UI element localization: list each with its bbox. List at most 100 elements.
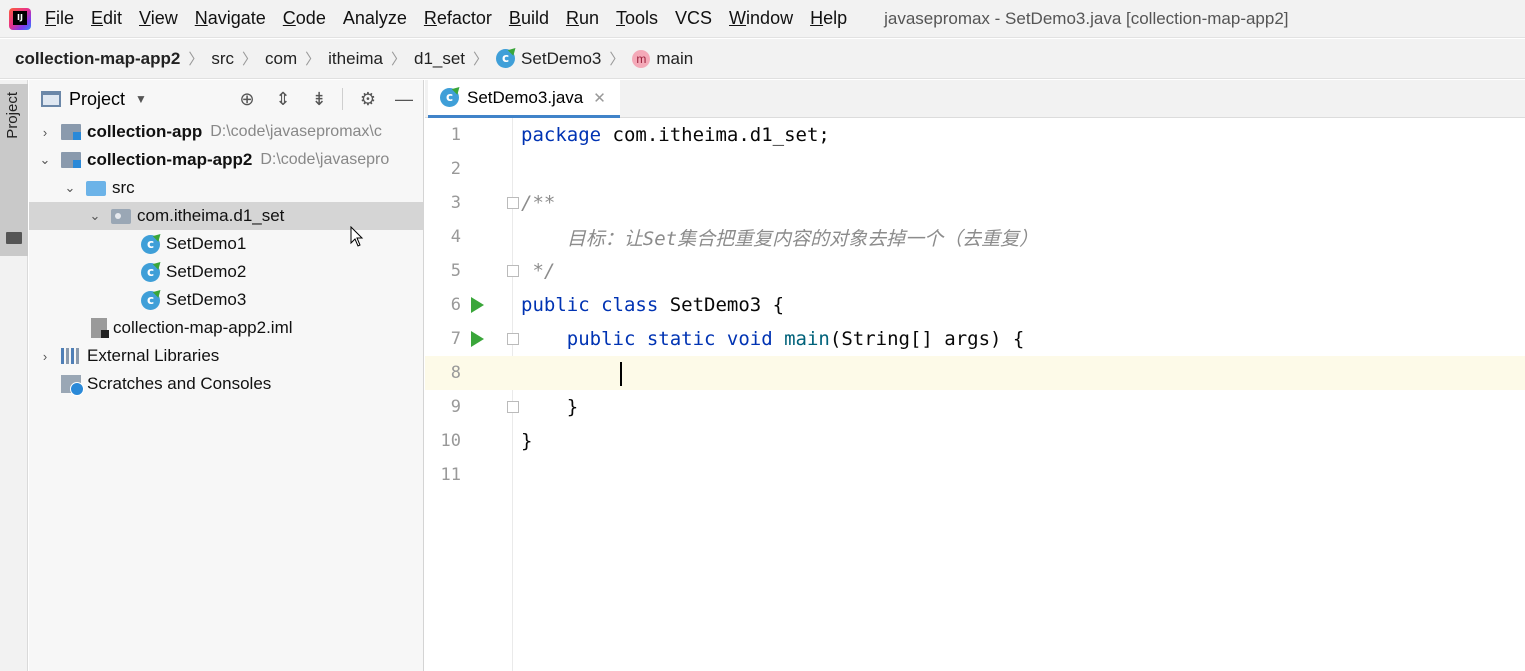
tree-item-setdemo1[interactable]: c SetDemo1	[29, 230, 423, 258]
method-icon: m	[632, 49, 651, 68]
fold-icon[interactable]	[507, 197, 519, 209]
dropdown-caret-icon[interactable]: ▼	[135, 92, 147, 106]
gear-icon[interactable]: ⚙	[357, 88, 379, 110]
tree-item-src[interactable]: ⌄ src	[29, 174, 423, 202]
breadcrumb-item-method[interactable]: m main	[632, 49, 693, 69]
chevron-right-icon[interactable]: ›	[37, 125, 53, 140]
code-line[interactable]: 7 public static void main(String[] args)…	[425, 322, 1525, 356]
code-line[interactable]: 11	[425, 458, 1525, 492]
window-title: javasepromax - SetDemo3.java [collection…	[884, 8, 1289, 28]
tree-item-label: collection-map-app2	[87, 150, 253, 169]
expand-all-icon[interactable]: ⇕	[272, 88, 294, 110]
menu-run[interactable]: Run	[566, 8, 599, 29]
code-line[interactable]: 9 }	[425, 390, 1525, 424]
code-line[interactable]: 3 /**	[425, 186, 1525, 220]
line-number: 8	[450, 363, 461, 383]
close-icon[interactable]: ✕	[593, 89, 606, 107]
fold-icon[interactable]	[507, 401, 519, 413]
iml-file-icon	[91, 318, 109, 338]
menu-window[interactable]: Window	[729, 8, 793, 29]
menu-vcs[interactable]: VCS	[675, 8, 712, 29]
fold-icon[interactable]	[507, 333, 519, 345]
line-number: 6	[450, 295, 461, 315]
tree-item-collection-app[interactable]: › collection-app D:\code\javasepromax\c	[29, 118, 423, 146]
tree-item-package[interactable]: ⌄ com.itheima.d1_set	[29, 202, 423, 230]
locate-target-icon[interactable]: ⊕	[236, 88, 258, 110]
java-class-icon: c	[496, 49, 516, 68]
code-text: public class SetDemo3 {	[521, 294, 785, 316]
menu-edit[interactable]: Edit	[91, 8, 122, 29]
folder-icon	[6, 232, 22, 244]
chevron-down-icon[interactable]: ⌄	[37, 152, 53, 168]
breadcrumb-method-label: main	[656, 48, 694, 68]
editor-tab-bar: c SetDemo3.java ✕	[425, 80, 1525, 118]
breadcrumb-class-label: SetDemo3	[521, 48, 602, 68]
tree-item-path: D:\code\javasepro	[260, 151, 390, 168]
java-class-icon: c	[141, 234, 160, 254]
chevron-down-icon[interactable]: ⌄	[62, 180, 78, 196]
chevron-right-icon[interactable]: ›	[37, 349, 53, 364]
code-editor[interactable]: 1 package com.itheima.d1_set; 2 3 /** 4 …	[425, 118, 1525, 671]
chevron-right-icon: 〉	[242, 51, 258, 68]
breadcrumb-item-com[interactable]: com	[265, 49, 297, 69]
tree-item-label: src	[112, 178, 135, 197]
code-text: 目标：让Set集合把重复内容的对象去掉一个（去重复）	[521, 227, 1039, 250]
run-icon[interactable]	[471, 297, 484, 313]
menu-analyze[interactable]: Analyze	[343, 8, 407, 29]
run-icon[interactable]	[471, 331, 484, 347]
breadcrumb-item-project[interactable]: collection-map-app2	[15, 49, 180, 69]
collapse-all-icon[interactable]: ⇟	[308, 88, 330, 110]
menu-tools[interactable]: Tools	[616, 8, 658, 29]
tab-setdemo3[interactable]: c SetDemo3.java ✕	[428, 80, 620, 118]
project-panel: Project ▼ ⊕ ⇕ ⇟ ⚙ — › collection-app D:\…	[29, 80, 424, 671]
menu-refactor[interactable]: Refactor	[424, 8, 492, 29]
line-number: 4	[450, 227, 461, 247]
menu-help[interactable]: Help	[810, 8, 847, 29]
chevron-down-icon[interactable]: ⌄	[87, 208, 103, 224]
menu-build[interactable]: Build	[509, 8, 549, 29]
tree-item-setdemo3[interactable]: c SetDemo3	[29, 286, 423, 314]
java-class-icon: c	[141, 262, 160, 282]
tree-item-setdemo2[interactable]: c SetDemo2	[29, 258, 423, 286]
code-line-current[interactable]: 8	[425, 356, 1525, 390]
tree-item-scratches[interactable]: Scratches and Consoles	[29, 370, 423, 398]
breadcrumb-item-itheima[interactable]: itheima	[328, 49, 383, 69]
tab-label: SetDemo3.java	[467, 87, 584, 107]
chevron-right-icon: 〉	[473, 51, 489, 68]
code-line[interactable]: 4 目标：让Set集合把重复内容的对象去掉一个（去重复）	[425, 220, 1525, 254]
breadcrumb-item-src[interactable]: src	[211, 49, 234, 69]
code-line[interactable]: 5 */	[425, 254, 1525, 288]
menu-code[interactable]: Code	[283, 8, 326, 29]
editor: c SetDemo3.java ✕ 1 package com.itheima.…	[425, 80, 1525, 671]
tree-item-iml[interactable]: collection-map-app2.iml	[29, 314, 423, 342]
project-tool-tab[interactable]: Project	[0, 84, 28, 256]
menu-file[interactable]: File	[45, 8, 74, 29]
tree-item-label: Scratches and Consoles	[87, 374, 272, 393]
project-view-icon	[41, 91, 61, 107]
breadcrumb-item-class[interactable]: c SetDemo3	[496, 49, 601, 69]
breadcrumb: collection-map-app2 〉 src 〉 com 〉 itheim…	[0, 39, 1525, 79]
menu-navigate[interactable]: Navigate	[195, 8, 266, 29]
fold-icon[interactable]	[507, 265, 519, 277]
code-text: */	[521, 260, 556, 282]
chevron-right-icon: 〉	[305, 51, 321, 68]
code-text: }	[521, 396, 579, 418]
tree-item-label: com.itheima.d1_set	[137, 206, 285, 225]
minimize-icon[interactable]: —	[393, 88, 415, 110]
project-header-tools: ⊕ ⇕ ⇟ ⚙ —	[222, 80, 415, 118]
code-text: package com.itheima.d1_set;	[521, 124, 830, 146]
code-line[interactable]: 10 }	[425, 424, 1525, 458]
code-line[interactable]: 2	[425, 152, 1525, 186]
line-number: 11	[440, 465, 461, 485]
tree-item-label: collection-app	[87, 122, 203, 141]
tree-item-collection-map-app2[interactable]: ⌄ collection-map-app2 D:\code\javasepro	[29, 146, 423, 174]
tree-item-label: collection-map-app2.iml	[113, 318, 293, 337]
tree-item-label: SetDemo2	[166, 262, 247, 281]
menu-view[interactable]: View	[139, 8, 178, 29]
code-line[interactable]: 6 public class SetDemo3 {	[425, 288, 1525, 322]
project-view-selector[interactable]: Project	[69, 89, 125, 110]
code-line[interactable]: 1 package com.itheima.d1_set;	[425, 118, 1525, 152]
tree-item-label: SetDemo1	[166, 234, 247, 253]
tree-item-external-libraries[interactable]: › External Libraries	[29, 342, 423, 370]
breadcrumb-item-d1-set[interactable]: d1_set	[414, 49, 465, 69]
